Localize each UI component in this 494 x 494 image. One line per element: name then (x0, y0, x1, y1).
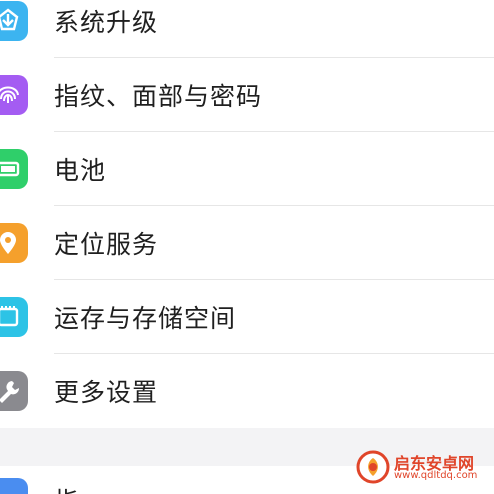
location-icon (0, 223, 28, 263)
watermark-logo-icon (356, 450, 390, 484)
watermark-url: www.qdltdq.com (394, 470, 478, 481)
settings-item-more[interactable]: 更多设置 (0, 354, 494, 428)
system-update-icon (0, 1, 28, 41)
settings-item-label: 运存与存储空间 (54, 304, 237, 333)
battery-icon (0, 149, 28, 189)
settings-screen: 系统升级 指纹、面部与密码 电池 定位服务 运存与存储空间 更多设置 启东安卓网… (0, 0, 494, 494)
settings-item-label: 系统升级 (54, 8, 159, 37)
settings-item-fingerprint[interactable]: 指纹、面部与密码 (0, 58, 494, 132)
settings-item-label: 定位服务 (54, 230, 159, 259)
settings-item-storage[interactable]: 运存与存储空间 (0, 280, 494, 354)
partial-icon (0, 478, 28, 494)
wrench-icon (0, 371, 28, 411)
settings-item-label: 指 (54, 482, 80, 494)
fingerprint-icon (0, 75, 28, 115)
settings-item-battery[interactable]: 电池 (0, 132, 494, 206)
storage-icon (0, 297, 28, 337)
settings-item-label: 指纹、面部与密码 (54, 82, 263, 111)
settings-item-label: 更多设置 (54, 378, 159, 407)
watermark: 启东安卓网 www.qdltdq.com (356, 448, 486, 488)
settings-item-label: 电池 (54, 156, 107, 185)
settings-item-location[interactable]: 定位服务 (0, 206, 494, 280)
settings-item-system-update[interactable]: 系统升级 (0, 0, 494, 58)
